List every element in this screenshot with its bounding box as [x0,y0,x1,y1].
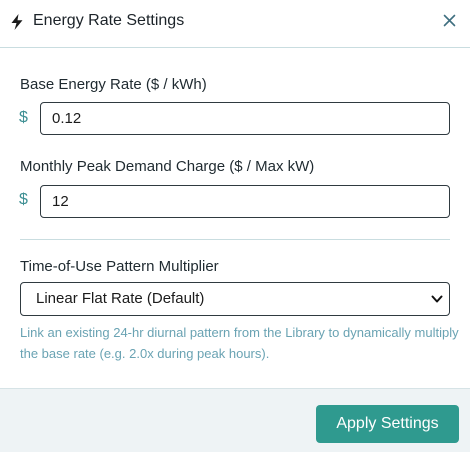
dialog-footer: Apply Settings [0,388,470,452]
base-rate-input[interactable] [40,102,450,135]
peak-demand-input[interactable] [40,185,450,218]
apply-settings-button[interactable]: Apply Settings [316,405,459,443]
peak-demand-currency-symbol: $ [19,191,28,208]
section-divider [20,239,450,240]
energy-rate-settings-dialog: Energy Rate Settings Base Energy Rate ($… [0,0,470,452]
chevron-down-icon [431,295,443,303]
peak-demand-label: Monthly Peak Demand Charge ($ / Max kW) [20,158,315,175]
close-icon[interactable] [443,14,456,27]
base-rate-label: Base Energy Rate ($ / kWh) [20,76,207,93]
dialog-title: Energy Rate Settings [33,12,185,29]
dialog-header: Energy Rate Settings [0,0,470,48]
tou-pattern-label: Time-of-Use Pattern Multiplier [20,258,219,275]
base-rate-currency-symbol: $ [19,109,28,126]
tou-pattern-help-text: Link an existing 24-hr diurnal pattern f… [20,325,459,361]
lightning-bolt-icon [11,14,23,30]
tou-pattern-select[interactable]: Linear Flat Rate (Default) [20,282,450,316]
tou-pattern-selected-value: Linear Flat Rate (Default) [36,290,205,307]
